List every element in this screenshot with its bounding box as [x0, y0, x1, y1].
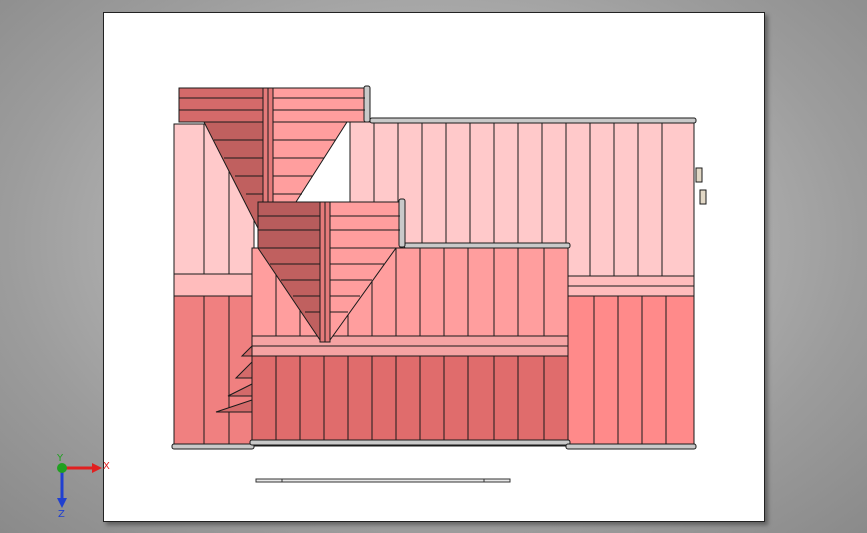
upper-hopper-side-rail: [363, 85, 371, 123]
right-side-bracket-2: [699, 189, 707, 205]
graphics-viewport[interactable]: X Y Z: [0, 0, 867, 533]
front-hopper-top-right: [329, 201, 401, 249]
upper-hopper-top-right: [272, 87, 366, 123]
orientation-triad: X Y Z: [56, 453, 110, 520]
x-arrow-head: [92, 463, 102, 473]
left-mid-band: [173, 273, 255, 297]
x-axis-label: X: [103, 461, 110, 472]
3d-model-view[interactable]: [0, 0, 867, 533]
base-rail-left: [171, 443, 255, 450]
front-hopper-top-left: [257, 201, 321, 249]
center-lower-wall: [251, 355, 569, 447]
center-rail: [403, 242, 571, 249]
right-side-bracket-1: [695, 167, 703, 183]
floor-beam: [255, 478, 511, 483]
left-lower-panel: [173, 295, 255, 447]
z-axis-label: Z: [58, 509, 65, 520]
upper-hopper-top-left: [178, 87, 264, 123]
base-rail-center: [249, 439, 571, 446]
front-hopper-side-rail: [398, 198, 406, 248]
right-lower-panel: [567, 295, 695, 447]
base-rail-right: [565, 443, 697, 450]
y-axis-label: Y: [56, 453, 64, 464]
z-arrow-head: [57, 498, 67, 508]
upper-right-rail: [369, 117, 697, 124]
y-axis-dot: [57, 463, 67, 473]
